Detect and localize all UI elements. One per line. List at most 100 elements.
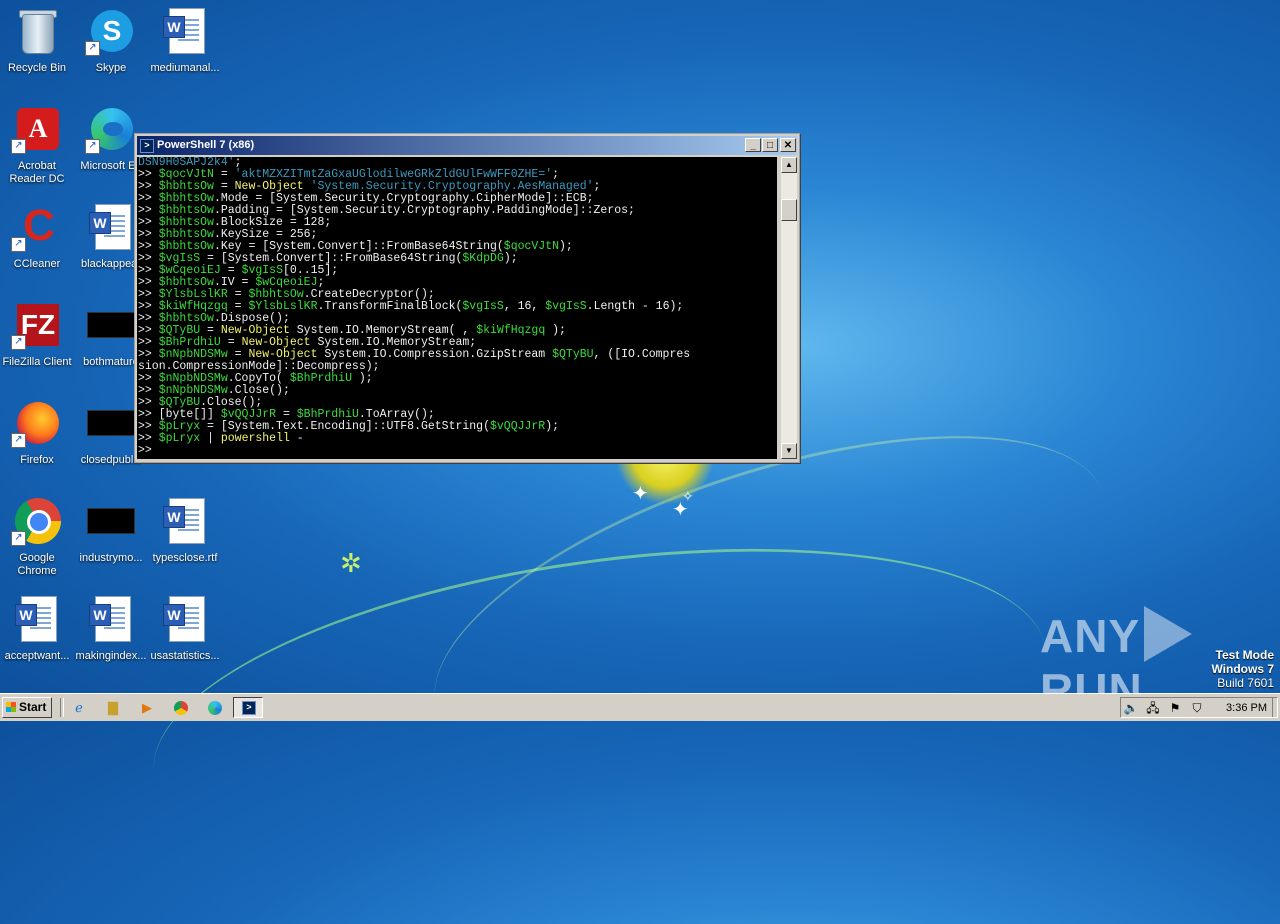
powershell-icon: > <box>140 139 154 153</box>
watermark-text-left: ANY <box>1040 610 1141 662</box>
taskbar-separator <box>60 698 64 717</box>
desktop-icon-label: typesclose.rtf <box>152 552 218 564</box>
os-label: Windows 7 <box>1211 662 1274 676</box>
console-token: $QTyBU <box>552 348 594 361</box>
console-token: , 16, <box>503 300 546 313</box>
console-token: - <box>289 432 304 445</box>
network-icon[interactable]: 🖧 <box>1145 700 1161 716</box>
word-document-icon: W <box>161 498 209 546</box>
media-player-icon[interactable]: ▶ <box>138 699 156 717</box>
clock[interactable]: 3:36 PM <box>1226 701 1267 715</box>
recycle-bin-icon <box>13 8 61 56</box>
console-token: $vgIsS <box>545 300 587 313</box>
desktop-icon-label: makingindex... <box>75 650 147 662</box>
desktop-icon-mediumanal[interactable]: W mediumanal... <box>148 8 222 75</box>
desktop-icon-label: Google Chrome <box>17 552 57 577</box>
console-token: powershell <box>220 432 290 445</box>
console-token: .TransformFinalBlock( <box>317 300 463 313</box>
taskbar: Start ℯ ▇ ▶ > 🔈 🖧 ⚑ ⛉ 3:36 PM <box>0 693 1280 721</box>
console-token: | <box>200 432 221 445</box>
desktop-icon-label: FileZilla Client <box>2 356 72 368</box>
edge-taskbar-icon[interactable] <box>206 699 224 717</box>
console-token: ); <box>503 252 518 265</box>
console-token: >> <box>138 444 152 457</box>
desktop-icon-industrymo[interactable]: industrymo... <box>74 498 148 565</box>
desktop-icon-recycle-bin[interactable]: Recycle Bin <box>0 8 74 75</box>
start-button[interactable]: Start <box>2 697 52 718</box>
scroll-up-button[interactable]: ▲ <box>781 157 797 173</box>
vertical-scrollbar[interactable]: ▲ ▼ <box>781 157 797 459</box>
scroll-down-button[interactable]: ▼ <box>781 443 797 459</box>
desktop-icon-google-chrome[interactable]: ↗ Google Chrome <box>0 498 74 578</box>
scroll-thumb[interactable] <box>781 199 797 221</box>
start-label: Start <box>19 700 47 714</box>
build-label: Build 7601 <box>1217 676 1274 690</box>
desktop-icon-usastatistics[interactable]: W usastatistics... <box>148 596 222 663</box>
word-document-icon: W <box>13 596 61 644</box>
console-token: $vQQJJrR <box>490 420 546 433</box>
play-logo-icon <box>1144 606 1193 662</box>
desktop-icon-skype[interactable]: S ↗ Skype <box>74 8 148 75</box>
ccleaner-icon: C ↗ <box>11 204 61 252</box>
desktop-icon-label: Skype <box>95 62 127 74</box>
desktop-icon-typesclose[interactable]: W typesclose.rtf <box>148 498 222 565</box>
system-tray: 🔈 🖧 ⚑ ⛉ 3:36 PM <box>1120 697 1278 718</box>
acrobat-icon: A ↗ <box>11 106 61 154</box>
console-line: >> $pLryx | powershell - <box>138 433 777 445</box>
desktop-icon-makingindex[interactable]: W makingindex... <box>74 596 148 663</box>
console-token: ); <box>545 324 566 337</box>
minimize-button[interactable]: _ <box>745 138 761 152</box>
speaker-icon[interactable]: 🔈 <box>1123 700 1139 716</box>
flag-icon[interactable]: ⚑ <box>1167 700 1183 716</box>
chrome-icon: ↗ <box>11 498 61 546</box>
shield-icon[interactable]: ⛉ <box>1189 700 1205 716</box>
desktop-icon-acrobat[interactable]: A ↗ Acrobat Reader DC <box>0 106 74 186</box>
word-document-icon: W <box>161 8 209 56</box>
console-text: DSN9H0SAPJ2k4'; >> $qocVJtN = 'aktMZXZITm… <box>137 157 777 457</box>
desktop-icon-label: acceptwant... <box>4 650 70 662</box>
console-output[interactable]: DSN9H0SAPJ2k4'; >> $qocVJtN = 'aktMZXZITm… <box>137 157 777 459</box>
console-token: ); <box>559 240 573 253</box>
desktop-icon-ccleaner[interactable]: C ↗ CCleaner <box>0 204 74 271</box>
windows-logo-icon <box>6 702 16 712</box>
desktop-icon-label: mediumanal... <box>150 62 220 74</box>
blank-file-icon <box>87 400 135 448</box>
word-document-icon: W <box>161 596 209 644</box>
desktop-icon-label: CCleaner <box>13 258 61 270</box>
blank-file-icon <box>87 498 135 546</box>
console-token: $BhPrdhiU <box>289 372 352 385</box>
internet-explorer-icon[interactable]: ℯ <box>70 699 88 717</box>
console-token: $pLryx <box>158 432 201 445</box>
windows-version-info: Test Mode Windows 7 Build 7601 <box>1211 648 1274 690</box>
console-token: ); <box>351 372 373 385</box>
desktop-icon-label: usastatistics... <box>150 650 220 662</box>
desktop-icon-label: Acrobat Reader DC <box>9 160 65 185</box>
edge-icon: ↗ <box>85 106 135 154</box>
window-title: PowerShell 7 (x86) <box>157 139 255 151</box>
blank-file-icon <box>87 302 135 350</box>
filezilla-icon: FZ ↗ <box>11 302 61 350</box>
test-mode-label: Test Mode <box>1215 648 1274 662</box>
console-token: $KdpDG <box>462 252 504 265</box>
close-button[interactable]: ✕ <box>780 138 796 152</box>
desktop-icon-label: industrymo... <box>79 552 143 564</box>
console-token: ); <box>545 420 560 433</box>
window-titlebar[interactable]: > PowerShell 7 (x86) _ □ ✕ <box>137 136 797 155</box>
skype-icon: S ↗ <box>85 8 135 56</box>
console-token: , ([IO.Compres <box>593 348 691 361</box>
desktop-icon-label: Firefox <box>20 454 54 466</box>
chrome-taskbar-icon[interactable] <box>172 699 190 717</box>
taskbar-button-powershell[interactable]: > <box>233 697 263 718</box>
powershell-window[interactable]: > PowerShell 7 (x86) _ □ ✕ DSN9H0SAPJ2k4… <box>134 133 800 463</box>
console-token: .Length - 16); <box>586 300 684 313</box>
maximize-button[interactable]: □ <box>762 138 778 152</box>
desktop-icon-firefox[interactable]: ↗ Firefox <box>0 400 74 467</box>
firefox-icon: ↗ <box>11 400 61 448</box>
word-document-icon: W <box>87 596 135 644</box>
desktop-icon-acceptwant[interactable]: W acceptwant... <box>0 596 74 663</box>
desktop-icon-filezilla[interactable]: FZ ↗ FileZilla Client <box>0 302 74 369</box>
show-desktop-button[interactable] <box>1272 698 1279 717</box>
powershell-icon: > <box>242 701 256 715</box>
folder-icon[interactable]: ▇ <box>104 699 122 717</box>
desktop-icon-label: Recycle Bin <box>7 62 67 74</box>
